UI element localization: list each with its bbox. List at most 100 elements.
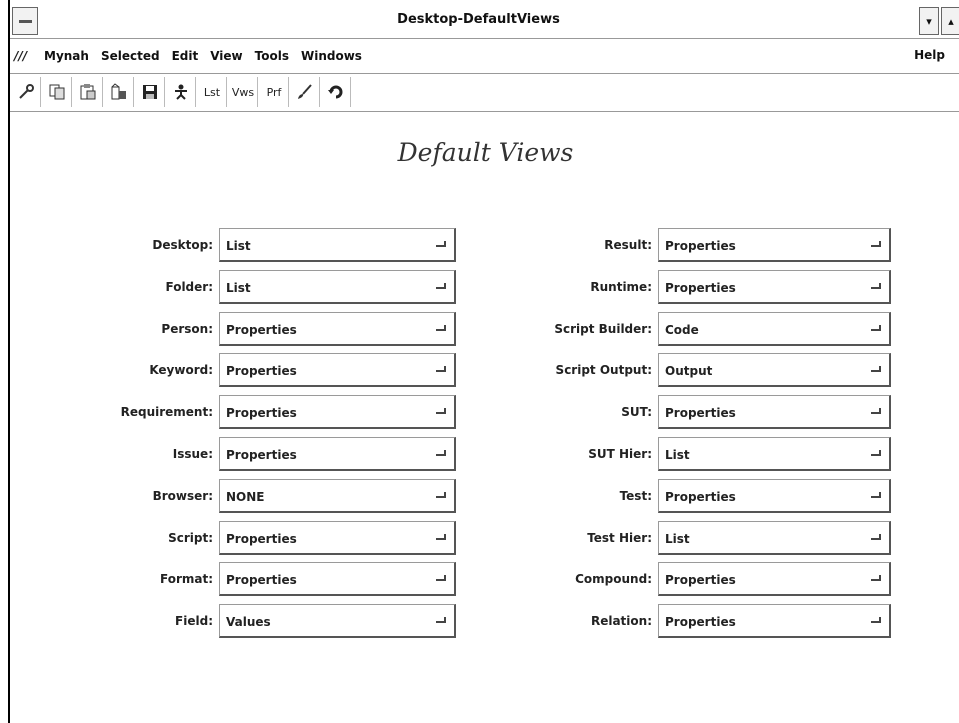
dropdown-arrow-icon	[436, 533, 446, 540]
dropdown-arrow-icon	[436, 491, 446, 498]
dropdown-arrow-icon	[436, 282, 446, 289]
left-row: Folder: List	[165, 269, 456, 306]
menu-windows[interactable]: Windows	[301, 49, 362, 63]
left-view-dropdown[interactable]: Properties	[219, 353, 456, 388]
left-view-dropdown[interactable]: List	[219, 228, 456, 262]
left-view-dropdown[interactable]: Properties	[219, 520, 456, 555]
right-view-dropdown[interactable]: Properties	[658, 478, 891, 513]
copy-icon	[49, 84, 65, 100]
tool-brush[interactable]	[291, 77, 320, 107]
maximize-button[interactable]: ▴	[941, 7, 959, 35]
right-label: Script Output:	[555, 363, 652, 378]
left-label: Desktop:	[152, 238, 213, 252]
left-row: Person: Properties	[161, 311, 456, 348]
left-view-dropdown[interactable]: List	[219, 269, 456, 304]
brush-icon	[298, 84, 312, 99]
left-row: Desktop: List	[152, 228, 456, 264]
right-view-dropdown[interactable]: Properties	[658, 228, 891, 262]
right-view-dropdown[interactable]: Properties	[658, 562, 891, 597]
dropdown-value: Code	[665, 322, 699, 337]
right-row: Script Output: Output	[556, 353, 891, 389]
menu-tools[interactable]: Tools	[255, 49, 289, 63]
left-label: Browser:	[152, 488, 213, 503]
dropdown-value: Output	[665, 364, 713, 379]
right-row: Result: Properties	[604, 228, 891, 264]
tool-save[interactable]	[136, 77, 165, 107]
dropdown-arrow-icon	[871, 282, 881, 289]
right-label: Script Builder:	[554, 321, 652, 336]
dropdown-value: Properties	[226, 406, 297, 421]
menu-bar: /// Mynah Selected Edit View Tools Windo…	[10, 38, 959, 74]
right-row: Test Hier: List	[587, 520, 891, 557]
tool-building[interactable]	[105, 77, 134, 107]
title-bar: Desktop-DefaultViews ▾ ▴	[10, 4, 959, 38]
menu-help[interactable]: Help	[914, 48, 945, 62]
right-view-dropdown[interactable]: Properties	[658, 395, 891, 430]
right-view-dropdown[interactable]: List	[658, 520, 891, 555]
dropdown-arrow-icon	[871, 450, 881, 456]
dropdown-arrow-icon	[871, 617, 881, 624]
dropdown-arrow-icon	[436, 408, 446, 415]
tool-wrench[interactable]	[12, 77, 41, 107]
menu-mynah[interactable]: Mynah	[44, 49, 89, 63]
window-title: Desktop-DefaultViews	[397, 12, 560, 27]
left-row: Browser: NONE	[153, 478, 456, 515]
toolbar: Lst Vws Prf	[10, 73, 959, 112]
left-view-dropdown[interactable]: Properties	[219, 562, 456, 597]
minimize-button[interactable]: ▾	[919, 7, 939, 35]
dropdown-arrow-icon	[436, 450, 446, 456]
system-menu-button[interactable]	[12, 7, 38, 35]
left-row: Keyword: Properties	[149, 353, 456, 389]
menu-selected[interactable]: Selected	[101, 49, 160, 63]
right-label: Test Hier:	[587, 530, 652, 545]
left-view-dropdown[interactable]: Properties	[219, 437, 456, 471]
left-view-dropdown[interactable]: Properties	[219, 395, 456, 430]
left-row: Issue: Properties	[173, 437, 456, 473]
right-label: Compound:	[575, 572, 652, 587]
right-view-dropdown[interactable]: Properties	[658, 269, 891, 304]
left-label: Format:	[159, 572, 213, 587]
left-row: Script: Properties	[168, 520, 456, 557]
building-icon	[111, 83, 126, 100]
application-window: Desktop-DefaultViews ▾ ▴ /// Mynah Selec…	[8, 0, 959, 723]
left-label: Field:	[175, 614, 213, 629]
dropdown-value: Properties	[226, 531, 297, 546]
dropdown-arrow-icon	[871, 575, 881, 582]
dropdown-arrow-icon	[871, 533, 881, 540]
right-row: Relation: Properties	[591, 604, 891, 640]
right-view-dropdown[interactable]: Code	[658, 311, 891, 346]
right-label: SUT Hier:	[588, 447, 652, 461]
right-view-dropdown[interactable]: Output	[658, 353, 891, 388]
tool-copy[interactable]	[43, 77, 72, 107]
right-label: Result:	[604, 238, 652, 252]
dropdown-value: Properties	[226, 573, 297, 588]
tool-person[interactable]	[167, 77, 196, 107]
dropdown-arrow-icon	[871, 408, 881, 415]
right-row: Compound: Properties	[575, 562, 891, 598]
dropdown-value: Properties	[665, 406, 736, 421]
tool-vws[interactable]: Vws	[229, 77, 258, 107]
arrow-up-icon: ▴	[948, 14, 954, 28]
right-view-dropdown[interactable]: List	[658, 437, 891, 471]
left-label: Script:	[168, 530, 213, 545]
dropdown-arrow-icon	[436, 366, 446, 373]
right-label: Runtime:	[590, 279, 652, 294]
right-label: SUT:	[621, 405, 652, 420]
menu-edit[interactable]: Edit	[172, 49, 199, 63]
left-view-dropdown[interactable]: Properties	[219, 311, 456, 346]
tool-paste[interactable]	[74, 77, 103, 107]
tool-refresh[interactable]	[322, 77, 351, 107]
right-row: Script Builder: Code	[554, 311, 891, 348]
right-view-dropdown[interactable]: Properties	[658, 604, 891, 639]
tool-lst[interactable]: Lst	[198, 77, 227, 107]
dropdown-value: List	[226, 239, 251, 253]
left-row: Requirement: Properties	[121, 395, 456, 431]
menu-view[interactable]: View	[210, 49, 242, 63]
dropdown-value: NONE	[226, 489, 265, 504]
left-view-dropdown[interactable]: NONE	[219, 478, 456, 513]
right-row: SUT Hier: List	[588, 437, 891, 473]
left-view-dropdown[interactable]: Values	[219, 604, 456, 639]
dropdown-value: Properties	[665, 573, 736, 588]
page-title: Default Views	[397, 138, 574, 167]
tool-prf[interactable]: Prf	[260, 77, 289, 107]
